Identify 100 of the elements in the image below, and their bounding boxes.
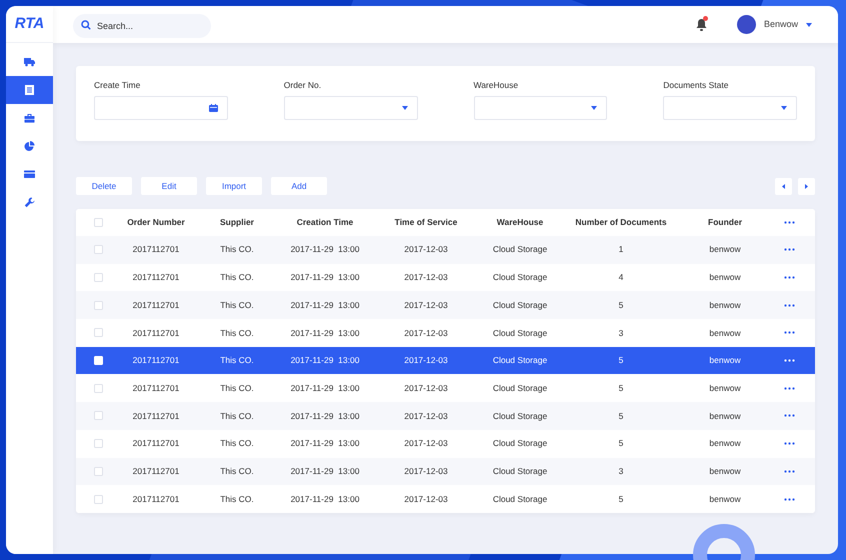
table-cell-text: 2017-11-29 13:00 [290, 437, 360, 450]
table-cell-text: benwow [708, 437, 742, 450]
table-cell-text: 5 [618, 382, 624, 395]
table-row[interactable]: 2017112701 This CO. 2017-11-29 13:00 2017-12-03 Cloud Storage 3 benwow [76, 458, 815, 486]
table-row[interactable]: 2017112701 This CO. 2017-11-29 13:00 2017-12-03 Cloud Storage 5 benwow [76, 430, 815, 458]
checkbox[interactable] [94, 466, 102, 476]
more-icon[interactable] [784, 359, 794, 362]
user-name: Benwow [764, 18, 798, 31]
action-button[interactable]: Edit [141, 177, 197, 195]
table-cell-text: 2017-11-29 13:00 [290, 243, 360, 256]
table-cell-text: 2017-12-03 [403, 354, 449, 367]
more-icon[interactable] [784, 414, 794, 418]
table-cell-text: 2017112701 [132, 410, 180, 422]
filter-label: WareHouse [474, 79, 520, 89]
table-cell-text: Cloud Storage [492, 243, 548, 256]
table-row[interactable]: 2017112701 This CO. 2017-11-29 13:00 2017-12-03 Cloud Storage 5 benwow [76, 485, 815, 513]
table-cell-text: This CO. [219, 464, 255, 478]
checkbox[interactable] [94, 411, 102, 420]
action-button[interactable]: Add [271, 177, 327, 195]
more-icon[interactable] [784, 498, 794, 501]
table-cell-text: Cloud Storage [492, 492, 548, 506]
truck-icon [24, 56, 35, 68]
checkbox[interactable] [94, 439, 102, 448]
table-cell-text: This CO. [219, 326, 255, 340]
table-cell-text: 2017-12-03 [403, 464, 449, 478]
more-icon[interactable] [784, 386, 794, 390]
notification-button[interactable] [694, 18, 709, 32]
table-row[interactable]: 2017112701 This CO. 2017-11-29 13:00 2017-12-03 Cloud Storage 1 benwow [76, 236, 815, 264]
table-cell-text: This CO. [219, 492, 255, 506]
table-cell-text: 5 [618, 437, 624, 450]
caret-icon [402, 106, 408, 110]
table-cell-text: 2017112701 [132, 243, 180, 256]
table-cell-text: Cloud Storage [492, 410, 548, 422]
table-row[interactable]: 2017112701 This CO. 2017-11-29 13:00 2017-12-03 Cloud Storage 5 benwow [76, 291, 815, 320]
checkbox[interactable] [94, 384, 102, 393]
next-page-button[interactable] [798, 178, 815, 194]
table-cell-text: 2017112701 [132, 382, 180, 395]
checkbox[interactable] [94, 218, 102, 227]
table-cell-text: 2017-11-29 13:00 [290, 464, 360, 478]
table-cell-text: 2017112701 [132, 464, 180, 478]
previous-page-button[interactable] [775, 178, 792, 194]
table-cell-text: Cloud Storage [492, 354, 548, 367]
table-cell-text: 2017112701 [132, 492, 180, 506]
table-cell-text: 5 [618, 354, 624, 367]
more-icon[interactable] [784, 248, 794, 252]
table-cell-text: 5 [618, 298, 624, 312]
column-header: Supplier [218, 216, 255, 229]
table-cell-text: This CO. [219, 437, 255, 450]
filter-label: Documents State [663, 79, 730, 89]
checkbox[interactable] [94, 245, 102, 254]
table-cell-text: 2017-11-29 13:00 [290, 410, 360, 422]
table-cell-text: This CO. [219, 354, 255, 367]
table-row[interactable]: 2017112701 This CO. 2017-11-29 13:00 2017-12-03 Cloud Storage 5 benwow [76, 402, 815, 430]
table-row[interactable]: 2017112701 This CO. 2017-11-29 13:00 2017-12-03 Cloud Storage 4 benwow [76, 264, 815, 292]
table-cell-text: Cloud Storage [492, 271, 548, 284]
table-cell-text: 5 [618, 492, 624, 506]
table-cell-text: benwow [708, 243, 742, 256]
sidebar-item[interactable] [6, 48, 53, 76]
user-menu[interactable]: Benwow [736, 15, 812, 34]
table-cell-text: Cloud Storage [492, 298, 548, 312]
table-cell-text: This CO. [219, 298, 255, 312]
table-row[interactable]: 2017112701 This CO. 2017-11-29 13:00 2017-12-03 Cloud Storage 5 benwow [76, 374, 815, 402]
table-cell-text: 2017112701 [132, 271, 180, 284]
table-cell-text: 2017-12-03 [403, 410, 449, 422]
column-header: Number of Documents [574, 216, 668, 229]
table-cell-text: 2017112701 [132, 354, 180, 367]
table-cell-text: 5 [618, 410, 624, 422]
caret-icon [591, 106, 598, 110]
sidebar-item[interactable] [6, 76, 53, 104]
column-header: WareHouse [496, 216, 544, 229]
table-row[interactable]: 2017112701 This CO. 2017-11-29 13:00 2017-12-03 Cloud Storage 5 benwow [76, 346, 815, 374]
column-header: Founder [707, 216, 743, 229]
search-icon [81, 20, 91, 30]
sidebar-item[interactable] [6, 104, 53, 132]
table-cell-text: benwow [708, 410, 742, 422]
checkbox[interactable] [94, 273, 102, 282]
more-icon[interactable] [784, 442, 794, 446]
table-cell-text: Cloud Storage [492, 382, 548, 395]
more-icon[interactable] [784, 276, 794, 280]
table-cell-text: 3 [618, 464, 624, 478]
briefcase-icon [24, 112, 35, 124]
table-cell-text: benwow [708, 382, 742, 395]
more-icon[interactable] [784, 221, 794, 224]
table-cell-text: 2017-12-03 [403, 298, 449, 312]
action-button[interactable]: Delete [76, 177, 132, 195]
more-icon[interactable] [784, 331, 794, 334]
search-field[interactable]: Search... [73, 14, 211, 38]
table-cell-text: 2017112701 [132, 326, 180, 340]
checkbox[interactable] [94, 494, 102, 504]
checkbox[interactable] [94, 300, 102, 310]
more-icon[interactable] [784, 470, 794, 473]
more-icon[interactable] [784, 304, 794, 307]
table-cell-text: 2017-12-03 [403, 326, 449, 340]
caret-icon [806, 22, 812, 26]
checkbox[interactable] [94, 328, 102, 338]
table-row[interactable]: 2017112701 This CO. 2017-11-29 13:00 2017-12-03 Cloud Storage 3 benwow [76, 319, 815, 347]
table-cell-text: benwow [708, 298, 742, 312]
action-button[interactable]: Import [206, 177, 262, 195]
table-cell-text: benwow [708, 464, 742, 478]
date-field[interactable] [94, 96, 228, 120]
